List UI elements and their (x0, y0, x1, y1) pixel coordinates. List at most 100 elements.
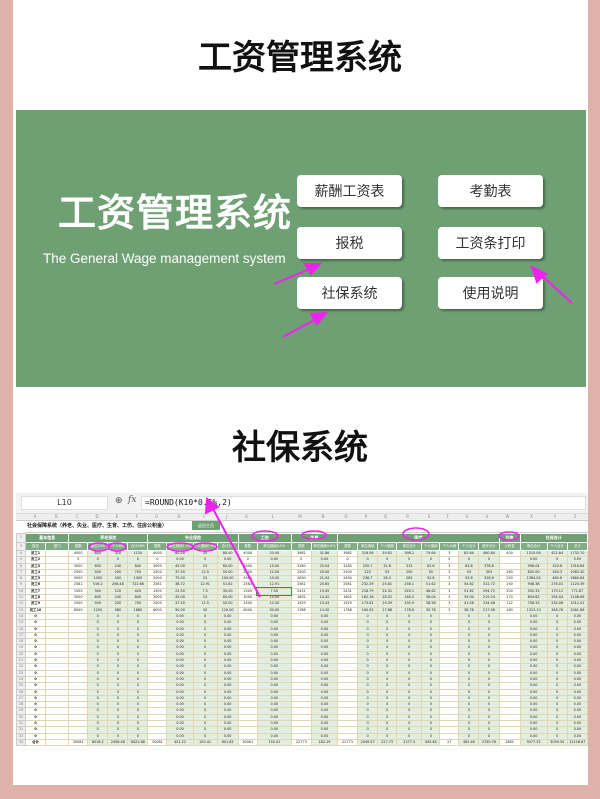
page-title: 工资管理系统 (198, 38, 402, 78)
column-header: 基数 (336, 542, 359, 551)
column-letter[interactable]: H (166, 514, 192, 519)
cell[interactable]: 22773 (336, 738, 359, 747)
cell[interactable]: 8422.68 (127, 738, 149, 747)
column-letter[interactable]: F (127, 514, 147, 519)
salary-table-button[interactable]: 薪酬工资表 (297, 175, 402, 207)
column-header: 总计 (566, 542, 588, 551)
column-letter[interactable]: A (25, 514, 45, 519)
cell[interactable]: 30081 (237, 738, 258, 747)
cell[interactable]: 2049.57 (357, 738, 379, 747)
column-header: 单位缴纳0.8% (310, 542, 339, 551)
spreadsheet: L10 ⊕ fx =ROUND(K10*0.5%,2) ABCDEFGHIJKL… (16, 493, 588, 761)
column-letter[interactable]: V (477, 514, 497, 519)
formula-input[interactable]: =ROUND(K10*0.5%,2) (141, 496, 586, 510)
column-letter[interactable]: N (310, 514, 336, 519)
tax-button[interactable]: 报税 (297, 227, 402, 259)
cell[interactable]: 22773 (290, 738, 312, 747)
cell[interactable]: 2277.3 (396, 738, 423, 747)
group-header-row: 2 基本信息 养老保险 失业保险 工伤 生育 医疗 住房 社保合计 (16, 533, 588, 543)
column-header: 医疗合计 (478, 542, 500, 551)
cell[interactable]: 12116.67 (566, 738, 588, 747)
column-letter[interactable]: O (336, 514, 356, 519)
formula-bar: L10 ⊕ fx =ROUND(K10*0.5%,2) (16, 493, 588, 514)
cell[interactable]: 1882 (498, 738, 521, 747)
column-header: 合计28% (127, 542, 149, 551)
sheet-title-row: 社会保障系统（养老、失业、医疗、生育、工伤、住房公积金） 返回主页 (25, 520, 588, 533)
column-header: 单位合计 (396, 542, 423, 551)
column-letter[interactable]: X (518, 514, 545, 519)
group-header: 生育 (290, 533, 339, 543)
column-header: 个人大病 (439, 542, 460, 551)
cell[interactable]: 482.46 (458, 738, 480, 747)
column-header: 姓名 (25, 542, 47, 551)
column-header: 单位缴纳1.5% (166, 542, 194, 551)
column-letter[interactable]: I (192, 514, 216, 519)
column-letter[interactable]: Z (565, 514, 585, 519)
group-header: 失业保险 (147, 533, 239, 543)
sheet-title: 社会保障系统（养老、失业、医疗、生育、工伤、住房公积金） (27, 523, 168, 529)
column-letter[interactable]: T (438, 514, 457, 519)
name-box[interactable]: L10 (21, 496, 108, 510)
payslip-print-button[interactable]: 工资条打印 (438, 227, 543, 259)
cell[interactable]: 601.63 (216, 738, 239, 747)
panel-subtitle: The General Wage management system (43, 251, 286, 266)
cell[interactable]: 227.73 (377, 738, 398, 747)
column-header: 单位合计 (519, 542, 548, 551)
cell[interactable]: 9077.32 (519, 738, 548, 747)
column-letter[interactable]: S (420, 514, 438, 519)
column-letter[interactable]: Q (376, 514, 395, 519)
column-header-row: 3 姓名 部门 基数 单位20% 个人8% 合计28% 基数 单位缴纳1.5% 个人缴纳0.5% 合… (16, 542, 588, 551)
column-header: 部门 (45, 542, 70, 551)
column-header: 个人合计 (458, 542, 480, 551)
panel-title: 工资管理系统 (58, 191, 293, 235)
column-letter[interactable]: U (457, 514, 477, 519)
cell[interactable]: 150.41 (192, 738, 218, 747)
cell[interactable]: 30081 (147, 738, 168, 747)
cell[interactable]: 182.19 (310, 738, 339, 747)
function-icon[interactable]: fx (128, 495, 136, 505)
column-letter[interactable]: J (216, 514, 237, 519)
group-header: 医疗 (337, 533, 500, 543)
column-header: 公积金 (498, 542, 521, 551)
cell[interactable]: 3039.35 (546, 738, 568, 747)
column-letter[interactable]: E (107, 514, 127, 519)
cell[interactable]: 455.46 (421, 738, 441, 747)
column-header: 个人8% (107, 542, 129, 551)
attendance-button[interactable]: 考勤表 (438, 175, 543, 207)
column-letter[interactable]: W (497, 514, 518, 519)
cell[interactable]: 27 (439, 738, 460, 747)
row-number[interactable]: 2 (16, 533, 27, 543)
zoom-icon[interactable]: ⊕ (115, 496, 123, 506)
column-letter[interactable]: G (147, 514, 166, 519)
group-header: 社保合计 (519, 533, 588, 543)
column-letter[interactable]: K (237, 514, 256, 519)
back-home-button[interactable]: 返回主页 (192, 521, 220, 530)
row-number[interactable]: 3 (16, 542, 27, 551)
column-header: 单位缴纳0.5% (256, 542, 292, 551)
column-letter[interactable]: P (356, 514, 376, 519)
column-header: 基数 (68, 542, 89, 551)
column-header: 基数 (290, 542, 312, 551)
social-security-button[interactable]: 社保系统 (297, 277, 402, 309)
cell[interactable] (45, 738, 70, 747)
column-letter[interactable]: Y (545, 514, 565, 519)
cell[interactable]: 2759.76 (478, 738, 500, 747)
group-header: 工伤 (237, 533, 292, 543)
row-number[interactable]: 34 (16, 738, 27, 747)
cell[interactable]: 150.41 (256, 738, 292, 747)
cell[interactable]: 30081 (68, 738, 89, 747)
section-title: 社保系统 (232, 428, 368, 468)
column-letter[interactable]: D (87, 514, 107, 519)
cell[interactable]: 451.22 (166, 738, 194, 747)
column-letter[interactable]: L (256, 514, 290, 519)
cell[interactable]: 合计 (25, 738, 47, 747)
instructions-button[interactable]: 使用说明 (438, 277, 543, 309)
social-security-table: 2 基本信息 养老保险 失业保险 工伤 生育 医疗 住房 社保合计 3 姓名 部门 基数 单位20% 个人8… (16, 533, 588, 747)
cell[interactable]: 6016.2 (87, 738, 109, 747)
column-letter[interactable]: C (68, 514, 87, 519)
column-header: 个人合计 (546, 542, 568, 551)
column-letter[interactable]: M (290, 514, 310, 519)
column-letter[interactable]: R (395, 514, 420, 519)
cell[interactable]: 2406.48 (107, 738, 129, 747)
column-letter[interactable]: B (45, 514, 68, 519)
